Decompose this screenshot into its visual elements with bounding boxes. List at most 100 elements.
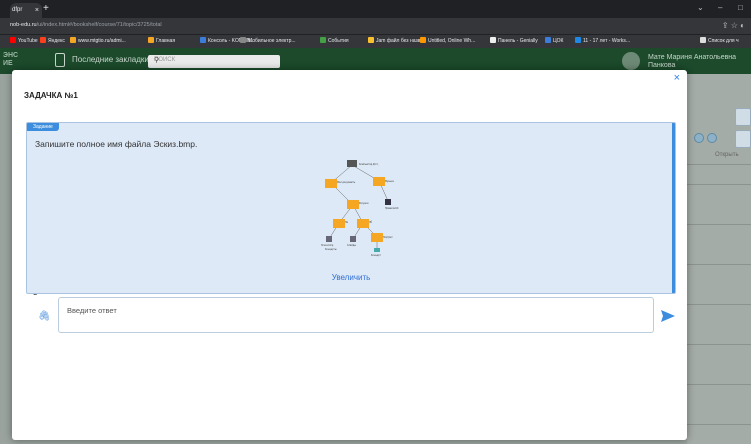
url-text[interactable]: nob-edu.ru/ui/index.html#/bookshelf/cour… <box>10 22 162 28</box>
bookmark-label: Яндекс <box>48 38 65 44</box>
task-label: Задание <box>27 123 59 131</box>
close-icon[interactable]: × <box>674 72 680 84</box>
minimize-button[interactable]: – <box>718 3 722 12</box>
scrollbar[interactable] <box>672 123 675 293</box>
bookmark-item[interactable]: Панель - Genially <box>490 37 538 44</box>
bookmark-label: Панель - Genially <box>498 38 538 44</box>
bookmark-label: События <box>328 38 349 44</box>
new-tab-button[interactable]: + <box>43 3 49 14</box>
bookmark-item[interactable]: Главная <box>148 37 175 44</box>
task-modal: × ЗАДАЧКА №1 Задание Запишите полное имя… <box>12 70 687 440</box>
maximize-button[interactable]: □ <box>738 3 743 12</box>
bookmark-favicon-icon <box>70 37 76 43</box>
address-bar[interactable]: nob-edu.ru/ui/index.html#/bookshelf/cour… <box>0 18 751 34</box>
bookmark-item[interactable]: Список для ч <box>700 37 739 44</box>
tree-label: Концерт <box>371 254 382 257</box>
bookmark-favicon-icon <box>10 37 16 43</box>
cut-off-text: Для выбо <box>32 293 52 295</box>
bookmark-item[interactable]: Untitled, Online Wh... <box>420 37 475 44</box>
bookmark-item[interactable]: События <box>320 37 349 44</box>
tab-search-icon[interactable]: ⌄ <box>697 3 704 12</box>
folder-icon <box>325 179 337 188</box>
folder-icon <box>371 233 383 242</box>
row-divider <box>687 184 751 185</box>
side-panel-button[interactable] <box>735 130 751 148</box>
row-divider <box>687 164 751 165</box>
nav-circle-icon[interactable] <box>694 133 704 143</box>
browser-tab[interactable]: dfpr × <box>10 3 42 18</box>
last-bookmarks-link[interactable]: Последние закладки <box>72 55 149 64</box>
folder-tree-image[interactable]: Компьютер Д:С:\ Мои документы Музыка Рис… <box>317 159 407 259</box>
tree-label: Нв <box>345 221 349 224</box>
bookmark-label: YouTube <box>18 38 38 44</box>
bookmark-label: Главная <box>156 38 176 44</box>
bookmark-favicon-icon <box>420 37 426 43</box>
bookmark-favicon-icon <box>545 37 551 43</box>
row-divider <box>687 424 751 425</box>
bookmark-item[interactable]: YouTube <box>10 37 38 44</box>
share-icon[interactable]: ⇪ <box>722 21 729 30</box>
bookmark-label: Мобильное электр... <box>248 38 296 44</box>
star-icon[interactable]: ☆ <box>731 21 738 30</box>
site-logo[interactable]: ЭНС ИЕ <box>3 52 18 68</box>
folder-icon <box>357 219 369 228</box>
column-header: Открыть <box>715 152 739 158</box>
bookmark-label: Jam файл без назв... <box>376 38 425 44</box>
zoom-link[interactable]: Увеличить <box>27 273 675 282</box>
bookmark-label: Untitled, Online Wh... <box>428 38 476 44</box>
file-icon <box>326 236 332 242</box>
bookmark-label: ЦОК <box>553 38 564 44</box>
bookmark-item[interactable]: www.mtgtio.ru/admi... <box>70 37 126 44</box>
address-bar-icons: ⇪ ☆ ◐ <box>722 21 745 30</box>
paperclip-icon[interactable]: 🖇 <box>38 311 51 322</box>
bookmark-item[interactable]: Мобильное электр... <box>240 37 296 44</box>
bookmark-favicon-icon <box>368 37 374 43</box>
file-icon <box>350 236 356 242</box>
browser-tab-bar: dfpr × + ⌄ – □ <box>0 0 751 18</box>
tree-label: Слайды <box>347 244 356 247</box>
background-controls <box>694 130 720 148</box>
tree-label: Эскиз.bmp <box>321 244 334 247</box>
tree-label: Портрет <box>383 236 393 239</box>
folder-icon <box>373 177 385 186</box>
bookmark-item[interactable]: ЦОК <box>545 37 563 44</box>
bookmark-label: www.mtgtio.ru/admi... <box>78 38 126 44</box>
tree-label: Компьютер Д:С:\ <box>359 163 379 166</box>
tree-label: Музыка <box>385 180 394 183</box>
avatar[interactable] <box>622 52 640 70</box>
file-icon <box>374 248 380 252</box>
bookmarks-bar: YouTube Яндекс www.mtgtio.ru/admi... Главна… <box>0 34 751 49</box>
profile-icon[interactable]: ◐ <box>740 21 745 30</box>
bookmark-item[interactable]: Jam файл без назв... <box>368 37 425 44</box>
answer-input[interactable]: Введите ответ <box>58 297 654 333</box>
task-box: Задание Запишите полное имя файла Эскиз.… <box>26 122 676 294</box>
site-search-input[interactable]: ПОИСК ⚲ <box>148 55 280 68</box>
user-name[interactable]: Мате Мариня Анатольевна Панкова <box>648 54 736 70</box>
bookmark-item[interactable]: Яндекс <box>40 37 65 44</box>
bookmark-favicon-icon <box>148 37 154 43</box>
tab-title: dfpr <box>12 7 23 13</box>
bookmark-favicon-icon <box>320 37 326 43</box>
nav-circle-icon[interactable] <box>707 133 717 143</box>
folder-icon <box>347 200 359 209</box>
send-icon[interactable] <box>661 310 675 322</box>
bookmark-label: Список для ч <box>708 38 739 44</box>
tree-label: Концерты <box>325 248 337 251</box>
tree-label: Правила.txt <box>385 207 399 210</box>
search-icon[interactable]: ⚲ <box>154 56 274 64</box>
bookmark-label: 11 - 17 лет - Works... <box>583 38 631 44</box>
tab-close-icon[interactable]: × <box>35 3 39 18</box>
url-domain: nob-edu.ru <box>10 22 37 28</box>
folder-icon <box>333 219 345 228</box>
bookmark-item[interactable]: 11 - 17 лет - Works... <box>575 37 630 44</box>
row-divider <box>687 304 751 305</box>
bookmark-icon[interactable] <box>55 53 65 67</box>
bookmark-favicon-icon <box>200 37 206 43</box>
answer-placeholder: Введите ответ <box>67 306 117 315</box>
row-divider <box>687 224 751 225</box>
task-text: Запишите полное имя файла Эскиз.bmp. <box>35 139 198 149</box>
tree-label: Мои документы <box>337 181 356 184</box>
side-panel-button[interactable] <box>735 108 751 126</box>
bookmark-favicon-icon <box>40 37 46 43</box>
bookmark-favicon-icon <box>700 37 706 43</box>
